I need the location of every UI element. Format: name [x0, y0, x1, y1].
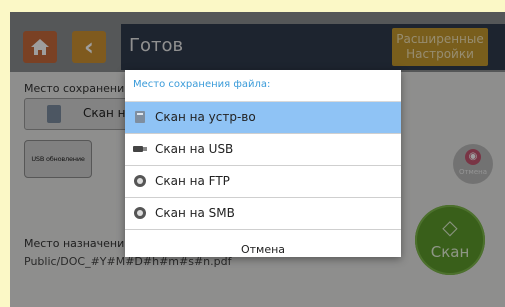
option-scan-to-device[interactable]: Скан на устр-во	[125, 102, 401, 134]
option-label: Скан на FTP	[155, 174, 230, 188]
dialog-title: Место сохранения файла:	[133, 79, 271, 90]
option-scan-to-smb[interactable]: Скан на SMB	[125, 198, 401, 230]
ftp-icon	[134, 175, 146, 187]
dialog-cancel-button[interactable]: Отмена	[125, 242, 401, 257]
option-label: Скан на SMB	[155, 206, 235, 220]
smb-icon	[134, 207, 146, 219]
save-location-dialog: Место сохранения файла: Скан на устр-во …	[125, 70, 401, 257]
usb-icon	[133, 146, 147, 152]
option-scan-to-usb[interactable]: Скан на USB	[125, 134, 401, 166]
option-label: Скан на устр-во	[155, 110, 256, 124]
device-icon	[135, 111, 145, 123]
option-scan-to-ftp[interactable]: Скан на FTP	[125, 166, 401, 198]
option-label: Скан на USB	[155, 142, 234, 156]
scanner-screen: ‹ Готов Расширенные Настройки Место сохр…	[10, 12, 505, 307]
